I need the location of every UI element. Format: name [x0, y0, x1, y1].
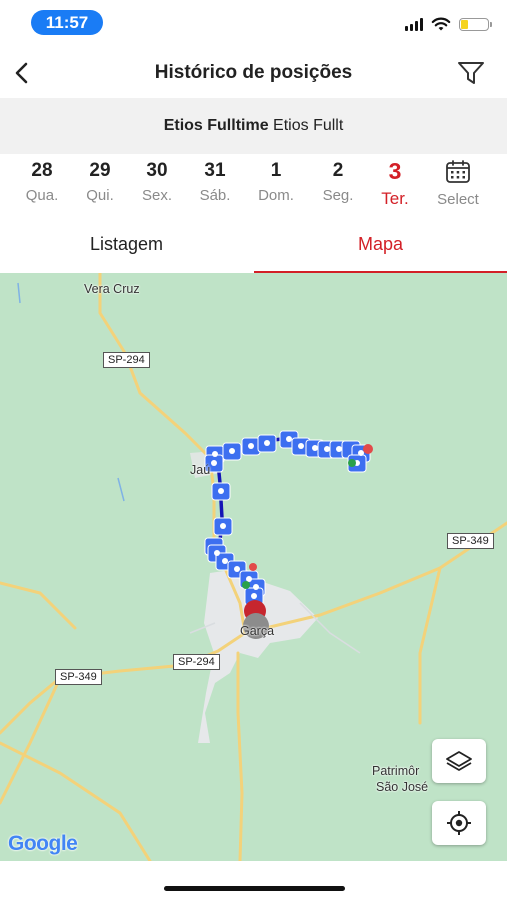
- road-label-sp349: SP-349: [55, 669, 102, 685]
- status-bar: 11:57: [0, 0, 507, 44]
- day-30[interactable]: 30 Sex.: [127, 158, 187, 204]
- day-weekday: Ter.: [381, 189, 409, 208]
- place-vera-cruz: Vera Cruz: [84, 282, 140, 296]
- map-canvas[interactable]: [0, 273, 507, 861]
- place-jau: Jaú: [190, 463, 211, 477]
- calendar-icon: [446, 160, 470, 183]
- day-weekday: Sex.: [141, 187, 172, 204]
- day-29[interactable]: 29 Qui.: [70, 158, 130, 204]
- home-indicator[interactable]: [164, 886, 345, 891]
- day-number: 30: [146, 160, 168, 181]
- battery-icon: [459, 17, 492, 31]
- tab-mapa[interactable]: Mapa: [254, 222, 507, 274]
- road-label-sp294: SP-294: [173, 654, 220, 670]
- date-strip: 28 Qua. 29 Qui. 30 Sex. 31 Sáb. 1 Dom. 2…: [0, 158, 507, 218]
- home-area: [0, 861, 507, 900]
- place-garca: Garça: [240, 624, 275, 638]
- day-1[interactable]: 1 Dom.: [246, 158, 306, 204]
- road-label-sp294: SP-294: [103, 352, 150, 368]
- cellular-signal-icon: [405, 17, 423, 31]
- day-weekday: Seg.: [322, 187, 354, 204]
- layers-icon: [446, 751, 472, 771]
- status-time: 11:57: [31, 10, 103, 35]
- day-weekday: Sáb.: [199, 187, 231, 204]
- map-view[interactable]: Vera Cruz Jaú Garça Patrimôr São José SP…: [0, 273, 507, 861]
- vehicle-selector[interactable]: Etios Fulltime Etios Fullt: [0, 98, 507, 154]
- day-weekday: Qui.: [86, 187, 114, 204]
- page-title: Histórico de posições: [154, 62, 353, 83]
- select-date-button[interactable]: Select: [428, 158, 488, 208]
- my-location-icon: [447, 811, 471, 835]
- day-number: 31: [204, 160, 226, 181]
- google-logo-text: Google: [8, 832, 78, 855]
- day-number: 3: [388, 158, 402, 184]
- google-attribution: Google: [8, 832, 78, 856]
- day-2[interactable]: 2 Seg.: [308, 158, 368, 204]
- day-3-selected[interactable]: 3 Ter.: [365, 158, 425, 209]
- header: Histórico de posições: [0, 48, 507, 98]
- my-location-button[interactable]: [432, 801, 486, 845]
- vehicle-name-bold: Etios Fulltime: [163, 117, 269, 134]
- day-28[interactable]: 28 Qua.: [12, 158, 72, 204]
- day-number: 29: [89, 160, 111, 181]
- filter-funnel-icon[interactable]: [457, 60, 485, 86]
- day-number: 28: [31, 160, 53, 181]
- day-31[interactable]: 31 Sáb.: [185, 158, 245, 204]
- day-number: 2: [332, 160, 344, 181]
- place-patrimonio: Patrimôr: [372, 764, 420, 778]
- status-icons: [405, 14, 492, 34]
- road-label-sp349: SP-349: [447, 533, 494, 549]
- place-sao-jose: São José: [376, 780, 429, 794]
- day-number: 1: [270, 160, 282, 181]
- day-weekday: Dom.: [258, 187, 294, 204]
- day-weekday: Qua.: [25, 187, 59, 204]
- select-label: Select: [437, 191, 479, 208]
- tab-listagem[interactable]: Listagem: [0, 222, 253, 271]
- layers-button[interactable]: [432, 739, 486, 783]
- view-tabs: Listagem Mapa: [0, 222, 507, 274]
- vehicle-name: Etios Fullt: [273, 117, 344, 134]
- wifi-icon: [431, 17, 451, 30]
